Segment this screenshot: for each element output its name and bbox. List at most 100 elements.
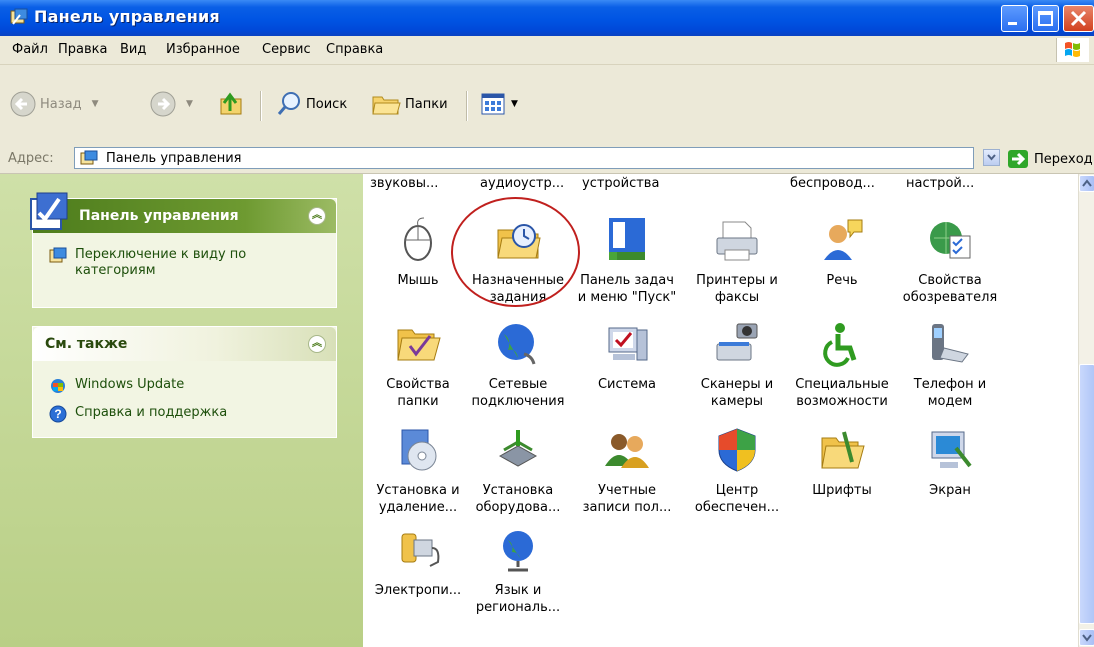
item-display[interactable]: Экран (895, 426, 1005, 499)
item-printers[interactable]: Принтеры и факсы (682, 216, 792, 306)
windows-update-link[interactable]: Windows Update (49, 377, 184, 395)
search-label: Поиск (306, 96, 348, 112)
item-label: Центр обеспечен... (694, 483, 780, 515)
menu-favorites[interactable]: Избранное (166, 42, 240, 57)
forward-arrow-icon (150, 91, 176, 117)
menu-edit[interactable]: Правка (58, 42, 107, 57)
up-folder-button[interactable] (218, 91, 248, 117)
svg-text:?: ? (54, 407, 61, 421)
help-support-link[interactable]: ? Справка и поддержка (49, 405, 227, 423)
forward-button[interactable]: ▼ (150, 91, 193, 117)
cut-item-label[interactable]: устройства (582, 176, 659, 191)
windows-update-icon (51, 379, 65, 393)
switch-to-category-view-link[interactable]: Переключение к виду по категориям (49, 247, 246, 279)
security-center-icon (718, 428, 756, 472)
control-panel-icon (80, 150, 98, 165)
up-folder-icon (220, 92, 242, 115)
minimize-button[interactable] (1001, 5, 1028, 32)
item-label: Учетные записи пол... (582, 483, 672, 515)
close-button[interactable] (1063, 5, 1094, 32)
item-network[interactable]: Сетевые подключения (463, 320, 573, 410)
scroll-down-button[interactable] (1079, 629, 1094, 646)
item-security-center[interactable]: Центр обеспечен... (682, 426, 792, 516)
back-button[interactable]: Назад ▼ (10, 91, 99, 117)
help-support-label: Справка и поддержка (75, 405, 228, 420)
collapse-icon[interactable]: ︽ (308, 335, 326, 353)
chevron-down-icon[interactable]: ▼ (511, 99, 518, 109)
chevron-down-icon[interactable]: ▼ (92, 99, 99, 109)
add-remove-programs-icon (401, 429, 437, 471)
item-accessibility[interactable]: Специальные возможности (787, 320, 897, 410)
address-bar: Адрес: Панель управления Переход (0, 143, 1094, 174)
item-label: Электропи... (374, 583, 462, 598)
search-button[interactable]: Поиск (276, 91, 347, 117)
folders-label: Папки (405, 96, 448, 112)
item-folder-options[interactable]: Свойства папки (363, 320, 473, 410)
toolbar-separator (260, 91, 262, 121)
mouse-icon (404, 217, 432, 261)
item-label: Специальные возможности (795, 377, 889, 409)
item-add-remove-programs[interactable]: Установка и удаление... (363, 426, 473, 516)
scroll-up-button[interactable] (1079, 175, 1094, 192)
phone-modem-icon (932, 324, 969, 363)
item-system[interactable]: Система (572, 320, 682, 393)
control-panel-box-header[interactable]: Панель управления ︽ (30, 192, 336, 233)
address-dropdown-button[interactable] (983, 149, 1000, 166)
speech-icon (824, 219, 863, 260)
title-bar[interactable]: Панель управления (0, 0, 1094, 36)
window-title: Панель управления (34, 7, 220, 26)
cut-item-label[interactable]: аудиоустр... (480, 176, 564, 191)
item-taskbar[interactable]: Панель задач и меню "Пуск" (572, 216, 682, 306)
see-also-box: См. также ︽ Windows Update ? Справка и п… (32, 326, 337, 438)
see-also-header[interactable]: См. также ︽ (33, 327, 336, 361)
item-label: Речь (826, 273, 858, 288)
internet-options-icon (930, 222, 971, 259)
menu-tools[interactable]: Сервис (262, 42, 311, 57)
chevron-down-icon[interactable]: ▼ (186, 99, 193, 109)
item-regional[interactable]: Язык и региональ... (463, 526, 573, 616)
cut-item-label[interactable]: настрой... (906, 176, 974, 191)
user-accounts-icon (605, 434, 649, 468)
item-scanners[interactable]: Сканеры и камеры (682, 320, 792, 410)
taskbar-icon (609, 218, 645, 260)
scroll-thumb[interactable] (1079, 364, 1094, 624)
item-fonts[interactable]: Шрифты (787, 426, 897, 499)
item-internet-options[interactable]: Свойства обозревателя (895, 216, 1005, 306)
see-also-title: См. также (45, 336, 128, 352)
collapse-icon[interactable]: ︽ (308, 207, 326, 225)
item-label: Телефон и модем (913, 377, 987, 409)
item-phone-modem[interactable]: Телефон и модем (895, 320, 1005, 410)
menu-file[interactable]: Файл (12, 42, 48, 57)
item-label: Панель задач и меню "Пуск" (577, 273, 677, 305)
views-button[interactable]: ▼ (481, 91, 518, 117)
go-arrow-icon (1008, 150, 1028, 168)
menu-view[interactable]: Вид (120, 42, 146, 57)
control-panel-box: Панель управления ︽ Переключение к виду … (30, 192, 337, 308)
address-label: Адрес: (8, 151, 54, 166)
network-icon (498, 324, 536, 365)
control-panel-box-title: Панель управления (79, 208, 239, 224)
task-pane: Панель управления ︽ Переключение к виду … (0, 174, 363, 647)
item-user-accounts[interactable]: Учетные записи пол... (572, 426, 682, 516)
menu-help[interactable]: Справка (326, 42, 383, 57)
folder-options-icon (397, 329, 441, 361)
item-power[interactable]: Электропи... (363, 526, 473, 599)
vertical-scrollbar[interactable] (1078, 174, 1094, 647)
cut-item-label[interactable]: беспровод... (790, 176, 875, 191)
fonts-icon (821, 431, 865, 469)
windows-logo-icon (1056, 38, 1089, 62)
item-add-hardware[interactable]: Установка оборудова... (463, 426, 573, 516)
views-icon (481, 93, 505, 115)
cut-item-label[interactable]: звуковы... (370, 176, 438, 191)
add-hardware-icon (498, 430, 538, 467)
address-input[interactable]: Панель управления (74, 147, 974, 169)
item-label: Установка оборудова... (475, 483, 561, 515)
go-button[interactable]: Переход (1007, 149, 1093, 169)
switch-view-label: Переключение к виду по категориям (75, 247, 247, 278)
regional-icon (503, 531, 533, 572)
folders-button[interactable]: Папки (371, 91, 448, 117)
scanner-icon (716, 323, 758, 361)
maximize-button[interactable] (1032, 5, 1059, 32)
item-speech[interactable]: Речь (787, 216, 897, 289)
highlight-circle (451, 197, 580, 307)
